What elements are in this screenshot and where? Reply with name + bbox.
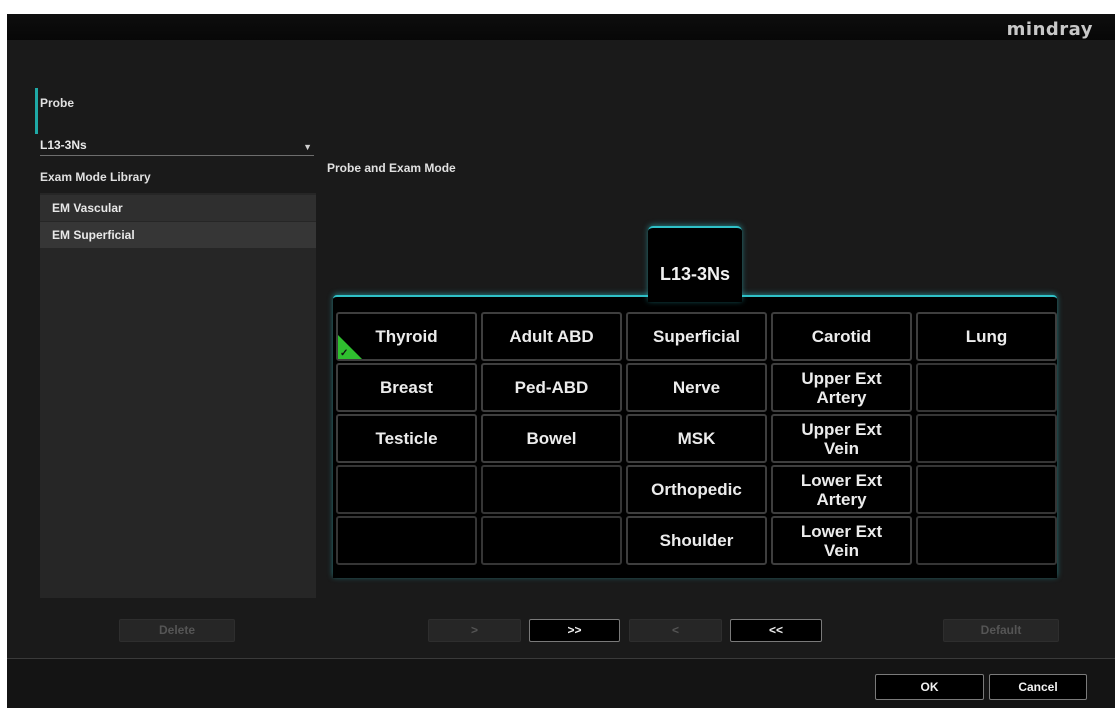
exam-mode-library-label: Exam Mode Library xyxy=(40,170,151,184)
exam-mode-cell-lower-ext-artery[interactable]: Lower Ext Artery xyxy=(771,465,912,514)
exam-mode-cell-label: Superficial xyxy=(653,327,740,346)
exam-mode-cell-label: Breast xyxy=(380,378,433,397)
title-bar: mindray xyxy=(7,14,1115,40)
exam-mode-cell-empty[interactable] xyxy=(481,465,622,514)
tab-probe-l13-3ns[interactable]: L13-3Ns xyxy=(648,226,742,302)
exam-mode-cell-empty[interactable] xyxy=(336,516,477,565)
exam-mode-cell-label: Ped-ABD xyxy=(514,378,589,397)
probe-dropdown[interactable]: L13-3Ns ▼ xyxy=(40,138,314,156)
exam-mode-cell-label: Upper Ext Vein xyxy=(801,419,882,458)
ok-button[interactable]: OK xyxy=(875,674,984,700)
probe-exam-mode-label: Probe and Exam Mode xyxy=(327,161,456,175)
exam-mode-cell-label: Orthopedic xyxy=(651,480,742,499)
exam-mode-cell-empty[interactable] xyxy=(916,414,1057,463)
exam-mode-cell-label: Adult ABD xyxy=(509,327,594,346)
delete-button[interactable]: Delete xyxy=(119,619,235,642)
exam-mode-panel: Thyroid ✓ Adult ABD Superficial Carotid Lung B… xyxy=(333,295,1057,578)
move-one-button[interactable]: > xyxy=(428,619,521,642)
exam-mode-cell-carotid[interactable]: Carotid xyxy=(771,312,912,361)
exam-mode-cell-empty[interactable] xyxy=(916,465,1057,514)
probe-label: Probe xyxy=(40,96,75,110)
exam-mode-cell-testicle[interactable]: Testicle xyxy=(336,414,477,463)
exam-mode-cell-adult-abd[interactable]: Adult ABD xyxy=(481,312,622,361)
exam-mode-cell-msk[interactable]: MSK xyxy=(626,414,767,463)
cancel-button[interactable]: Cancel xyxy=(989,674,1087,700)
dialog-window: mindray Probe L13-3Ns ▼ Exam Mode Librar… xyxy=(7,14,1115,708)
exam-mode-library-list: EM Vascular EM Superficial xyxy=(40,193,316,598)
exam-mode-cell-upper-ext-vein[interactable]: Upper Ext Vein xyxy=(771,414,912,463)
remove-one-button[interactable]: < xyxy=(629,619,722,642)
active-indicator xyxy=(35,88,38,134)
exam-mode-cell-empty[interactable] xyxy=(481,516,622,565)
exam-mode-cell-lung[interactable]: Lung xyxy=(916,312,1057,361)
exam-mode-cell-label: Upper Ext Artery xyxy=(801,368,882,407)
checkmark-icon: ✓ xyxy=(340,348,349,359)
exam-mode-cell-orthopedic[interactable]: Orthopedic xyxy=(626,465,767,514)
exam-mode-cell-nerve[interactable]: Nerve xyxy=(626,363,767,412)
exam-mode-cell-empty[interactable] xyxy=(916,363,1057,412)
triangle-down-icon: ▼ xyxy=(303,142,312,152)
library-item-em-vascular[interactable]: EM Vascular xyxy=(40,195,316,221)
brand-logo: mindray xyxy=(1006,19,1093,40)
library-item-em-superficial[interactable]: EM Superficial xyxy=(40,222,316,248)
exam-mode-cell-label: Shoulder xyxy=(659,531,734,550)
exam-mode-cell-empty[interactable] xyxy=(916,516,1057,565)
exam-mode-cell-thyroid[interactable]: Thyroid ✓ xyxy=(336,312,477,361)
remove-all-button[interactable]: << xyxy=(730,619,822,642)
exam-mode-cell-label: Nerve xyxy=(672,378,721,397)
default-button[interactable]: Default xyxy=(943,619,1059,642)
exam-mode-cell-label: Lower Ext Artery xyxy=(800,470,883,509)
exam-mode-cell-label: Testicle xyxy=(375,429,438,448)
exam-mode-cell-label: Lung xyxy=(965,327,1008,346)
exam-mode-cell-empty[interactable] xyxy=(336,465,477,514)
exam-mode-cell-label: Thyroid xyxy=(375,327,438,346)
exam-mode-cell-breast[interactable]: Breast xyxy=(336,363,477,412)
exam-mode-cell-lower-ext-vein[interactable]: Lower Ext Vein xyxy=(771,516,912,565)
exam-mode-cell-label: Lower Ext Vein xyxy=(800,521,883,560)
exam-mode-cell-label: Carotid xyxy=(811,327,872,346)
exam-mode-cell-superficial[interactable]: Superficial xyxy=(626,312,767,361)
exam-mode-grid: Thyroid ✓ Adult ABD Superficial Carotid Lung B… xyxy=(336,312,1057,565)
exam-mode-cell-upper-ext-artery[interactable]: Upper Ext Artery xyxy=(771,363,912,412)
exam-mode-cell-shoulder[interactable]: Shoulder xyxy=(626,516,767,565)
move-all-button[interactable]: >> xyxy=(529,619,620,642)
exam-mode-cell-bowel[interactable]: Bowel xyxy=(481,414,622,463)
exam-mode-cell-label: MSK xyxy=(677,429,716,448)
exam-mode-cell-ped-abd[interactable]: Ped-ABD xyxy=(481,363,622,412)
probe-selected-value: L13-3Ns xyxy=(40,138,87,152)
exam-mode-cell-label: Bowel xyxy=(526,429,577,448)
